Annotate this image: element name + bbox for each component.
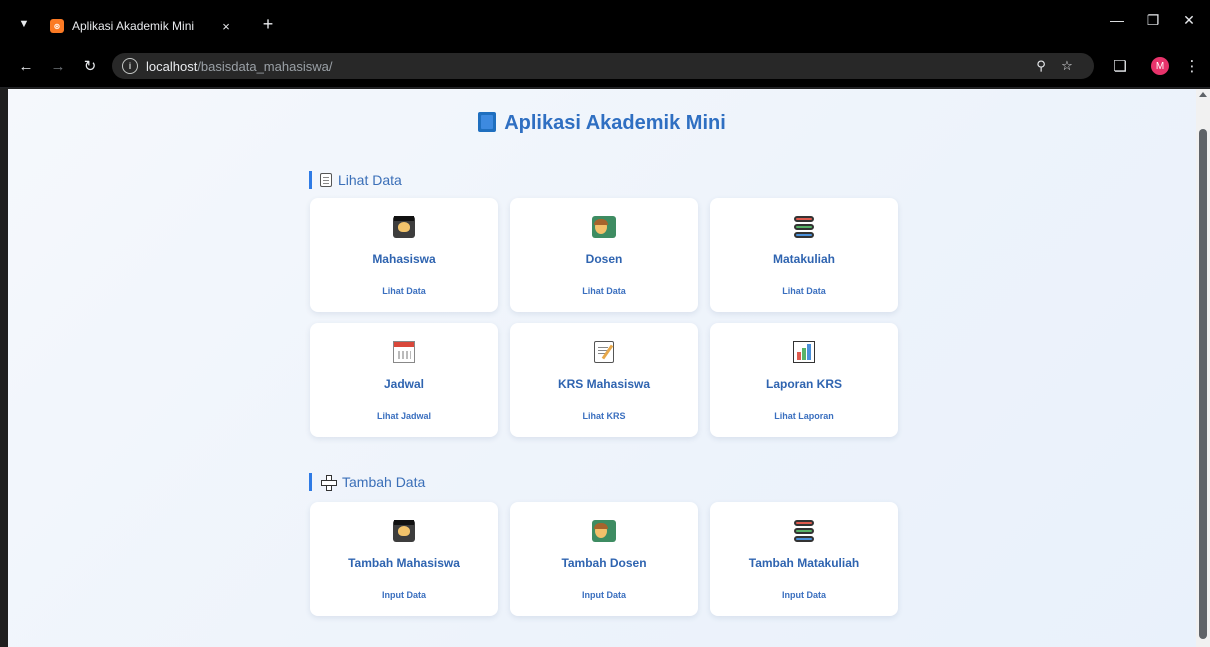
section-heading-view: Lihat Data bbox=[309, 171, 402, 189]
tab-title: Aplikasi Akademik Mini bbox=[72, 19, 195, 33]
new-tab-button[interactable]: + bbox=[256, 12, 280, 36]
card-matakuliah[interactable]: Matakuliah Lihat Data bbox=[710, 198, 898, 312]
tab-search-chevron-icon[interactable]: ▼ bbox=[14, 14, 34, 34]
page-title: Aplikasi Akademik Mini bbox=[8, 112, 1196, 135]
memo-icon bbox=[594, 341, 614, 363]
avatar: M bbox=[1151, 57, 1169, 75]
card-title: Matakuliah bbox=[772, 252, 835, 266]
book-icon bbox=[478, 112, 497, 132]
forward-arrow-icon[interactable]: → bbox=[46, 54, 70, 78]
card-tambah-dosen[interactable]: Tambah Dosen Input Data bbox=[510, 502, 698, 616]
books-icon bbox=[794, 520, 814, 542]
bar-chart-icon bbox=[793, 341, 815, 363]
card-title: Jadwal bbox=[383, 377, 425, 391]
restore-icon[interactable]: ❐ bbox=[1138, 8, 1168, 32]
card-laporan-krs[interactable]: Laporan KRS Lihat Laporan bbox=[710, 323, 898, 437]
more-menu-icon[interactable]: ⋮ bbox=[1180, 54, 1204, 78]
url-path: /basisdata_mahasiswa/ bbox=[197, 58, 333, 74]
card-link[interactable]: Input Data bbox=[510, 590, 698, 600]
scroll-thumb[interactable] bbox=[1199, 129, 1207, 639]
section-heading-add: Tambah Data bbox=[309, 473, 425, 491]
extensions-puzzle-icon[interactable]: ❏ bbox=[1108, 54, 1132, 78]
card-link[interactable]: Lihat Data bbox=[310, 286, 498, 296]
zoom-icon[interactable]: ⚲ bbox=[1032, 57, 1050, 75]
books-icon bbox=[794, 216, 814, 238]
card-title: Tambah Matakuliah bbox=[748, 556, 860, 570]
minimize-icon[interactable]: — bbox=[1102, 8, 1132, 32]
card-title: Dosen bbox=[585, 252, 623, 266]
section-label: Tambah Data bbox=[342, 474, 426, 490]
profile-avatar[interactable]: M bbox=[1148, 54, 1172, 78]
section-label: Lihat Data bbox=[338, 172, 402, 188]
card-jadwal[interactable]: Jadwal Lihat Jadwal bbox=[310, 323, 498, 437]
page-title-text: Aplikasi Akademik Mini bbox=[504, 112, 726, 134]
card-link[interactable]: Lihat Data bbox=[510, 286, 698, 296]
card-title: Tambah Dosen bbox=[561, 556, 647, 570]
tab-strip: ▼ ⊛ Aplikasi Akademik Mini × + — ❐ ✕ bbox=[0, 0, 1210, 44]
tab-close-icon[interactable]: × bbox=[218, 18, 234, 34]
site-info-icon[interactable]: i bbox=[122, 58, 138, 74]
back-arrow-icon[interactable]: ← bbox=[14, 54, 38, 78]
browser-toolbar: ← → ↻ i localhost/basisdata_mahasiswa/ ⚲… bbox=[0, 44, 1210, 88]
card-tambah-mahasiswa[interactable]: Tambah Mahasiswa Input Data bbox=[310, 502, 498, 616]
card-title: Mahasiswa bbox=[372, 252, 436, 266]
window-close-icon[interactable]: ✕ bbox=[1174, 8, 1204, 32]
calendar-icon bbox=[393, 341, 415, 363]
card-link[interactable]: Lihat Data bbox=[710, 286, 898, 296]
bookmark-star-icon[interactable]: ☆ bbox=[1058, 57, 1076, 75]
student-icon bbox=[393, 216, 415, 238]
card-title: Tambah Mahasiswa bbox=[348, 556, 460, 570]
reload-icon[interactable]: ↻ bbox=[78, 54, 102, 78]
page-viewport: Aplikasi Akademik Mini Lihat Data Mahasi… bbox=[8, 89, 1196, 647]
vertical-scrollbar[interactable] bbox=[1196, 89, 1210, 647]
card-title: KRS Mahasiswa bbox=[557, 377, 651, 391]
card-krs-mahasiswa[interactable]: KRS Mahasiswa Lihat KRS bbox=[510, 323, 698, 437]
scroll-up-arrow-icon[interactable] bbox=[1199, 92, 1207, 97]
card-link[interactable]: Lihat Jadwal bbox=[310, 411, 498, 421]
card-link[interactable]: Input Data bbox=[310, 590, 498, 600]
address-bar[interactable]: i localhost/basisdata_mahasiswa/ ⚲ ☆ bbox=[112, 53, 1094, 79]
xampp-favicon-icon: ⊛ bbox=[50, 19, 64, 33]
url-host: localhost bbox=[146, 58, 198, 74]
card-tambah-matakuliah[interactable]: Tambah Matakuliah Input Data bbox=[710, 502, 898, 616]
card-link[interactable]: Lihat KRS bbox=[510, 411, 698, 421]
card-link[interactable]: Lihat Laporan bbox=[710, 411, 898, 421]
card-title: Laporan KRS bbox=[765, 377, 842, 391]
teacher-icon bbox=[592, 520, 616, 542]
browser-tab[interactable]: ⊛ Aplikasi Akademik Mini × bbox=[42, 8, 242, 44]
teacher-icon bbox=[592, 216, 616, 238]
card-dosen[interactable]: Dosen Lihat Data bbox=[510, 198, 698, 312]
card-mahasiswa[interactable]: Mahasiswa Lihat Data bbox=[310, 198, 498, 312]
student-icon bbox=[393, 520, 415, 542]
page-icon bbox=[320, 173, 332, 187]
card-link[interactable]: Input Data bbox=[710, 590, 898, 600]
plus-icon bbox=[320, 474, 337, 491]
